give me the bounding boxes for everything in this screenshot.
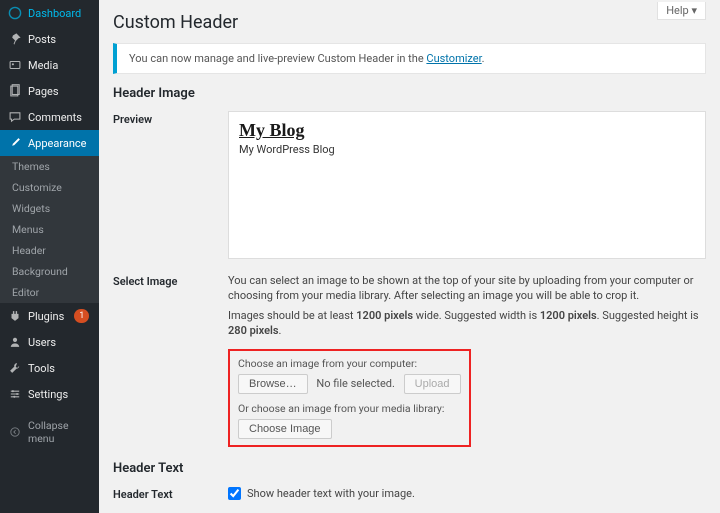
header-preview: My Blog My WordPress Blog bbox=[228, 111, 706, 259]
subitem-customize[interactable]: Customize bbox=[0, 177, 99, 198]
help-tab[interactable]: Help ▾ bbox=[657, 2, 706, 20]
upload-from-computer-label: Choose an image from your computer: bbox=[238, 357, 461, 370]
blog-title: My Blog bbox=[239, 120, 695, 141]
header-text-label: Header Text bbox=[113, 486, 228, 501]
sidebar-item-pages[interactable]: Pages bbox=[0, 78, 99, 104]
sidebar-label: Posts bbox=[28, 33, 56, 46]
tools-icon bbox=[8, 361, 22, 375]
section-header-text: Header Text bbox=[113, 461, 706, 476]
preview-label: Preview bbox=[113, 111, 228, 259]
subitem-editor[interactable]: Editor bbox=[0, 282, 99, 303]
main-content: Help ▾ Custom Header You can now manage … bbox=[99, 0, 720, 513]
sidebar-label: Appearance bbox=[28, 137, 87, 150]
sidebar-label: Tools bbox=[28, 362, 55, 375]
page-title: Custom Header bbox=[113, 12, 706, 33]
sidebar-label: Media bbox=[28, 59, 58, 72]
user-icon bbox=[8, 335, 22, 349]
sidebar-label: Plugins bbox=[28, 310, 64, 323]
sidebar-item-posts[interactable]: Posts bbox=[0, 26, 99, 52]
sidebar-label: Users bbox=[28, 336, 56, 349]
comment-icon bbox=[8, 110, 22, 124]
blog-tagline: My WordPress Blog bbox=[239, 143, 695, 156]
sidebar-label: Dashboard bbox=[28, 7, 81, 20]
sidebar-label: Comments bbox=[28, 111, 82, 124]
sidebar-item-comments[interactable]: Comments bbox=[0, 104, 99, 130]
collapse-menu[interactable]: Collapse menu bbox=[0, 413, 99, 451]
subitem-menus[interactable]: Menus bbox=[0, 219, 99, 240]
sidebar-item-media[interactable]: Media bbox=[0, 52, 99, 78]
show-header-text-label: Show header text with your image. bbox=[247, 487, 415, 500]
brush-icon bbox=[8, 136, 22, 150]
select-description-2: Images should be at least 1200 pixels wi… bbox=[228, 308, 706, 339]
upload-button[interactable]: Upload bbox=[404, 374, 461, 394]
subitem-header[interactable]: Header bbox=[0, 240, 99, 261]
show-header-text-checkbox[interactable] bbox=[228, 487, 241, 500]
section-header-image: Header Image bbox=[113, 86, 706, 101]
sidebar-item-dashboard[interactable]: Dashboard bbox=[0, 0, 99, 26]
sidebar-item-tools[interactable]: Tools bbox=[0, 355, 99, 381]
media-icon bbox=[8, 58, 22, 72]
settings-icon bbox=[8, 387, 22, 401]
sidebar-item-settings[interactable]: Settings bbox=[0, 381, 99, 407]
admin-sidebar: Dashboard Posts Media Pages Comments App… bbox=[0, 0, 99, 513]
plugin-icon bbox=[8, 309, 22, 323]
subitem-background[interactable]: Background bbox=[0, 261, 99, 282]
sidebar-label: Pages bbox=[28, 85, 59, 98]
customizer-link[interactable]: Customizer bbox=[426, 52, 481, 65]
subitem-themes[interactable]: Themes bbox=[0, 156, 99, 177]
sidebar-label: Settings bbox=[28, 388, 68, 401]
choose-from-library-label: Or choose an image from your media libra… bbox=[238, 402, 461, 415]
browse-button[interactable]: Browse… bbox=[238, 374, 308, 394]
info-notice: You can now manage and live-preview Cust… bbox=[113, 43, 706, 74]
pin-icon bbox=[8, 32, 22, 46]
select-image-label: Select Image bbox=[113, 273, 228, 447]
upload-highlight: Choose an image from your computer: Brow… bbox=[228, 349, 471, 447]
dashboard-icon bbox=[8, 6, 22, 20]
sidebar-item-plugins[interactable]: Plugins 1 bbox=[0, 303, 99, 329]
update-badge: 1 bbox=[74, 309, 89, 323]
sidebar-item-users[interactable]: Users bbox=[0, 329, 99, 355]
page-icon bbox=[8, 84, 22, 98]
subitem-widgets[interactable]: Widgets bbox=[0, 198, 99, 219]
file-status: No file selected. bbox=[316, 377, 395, 390]
collapse-icon bbox=[8, 425, 22, 439]
sidebar-item-appearance[interactable]: Appearance bbox=[0, 130, 99, 156]
choose-image-button[interactable]: Choose Image bbox=[238, 419, 332, 439]
select-description-1: You can select an image to be shown at t… bbox=[228, 273, 706, 304]
